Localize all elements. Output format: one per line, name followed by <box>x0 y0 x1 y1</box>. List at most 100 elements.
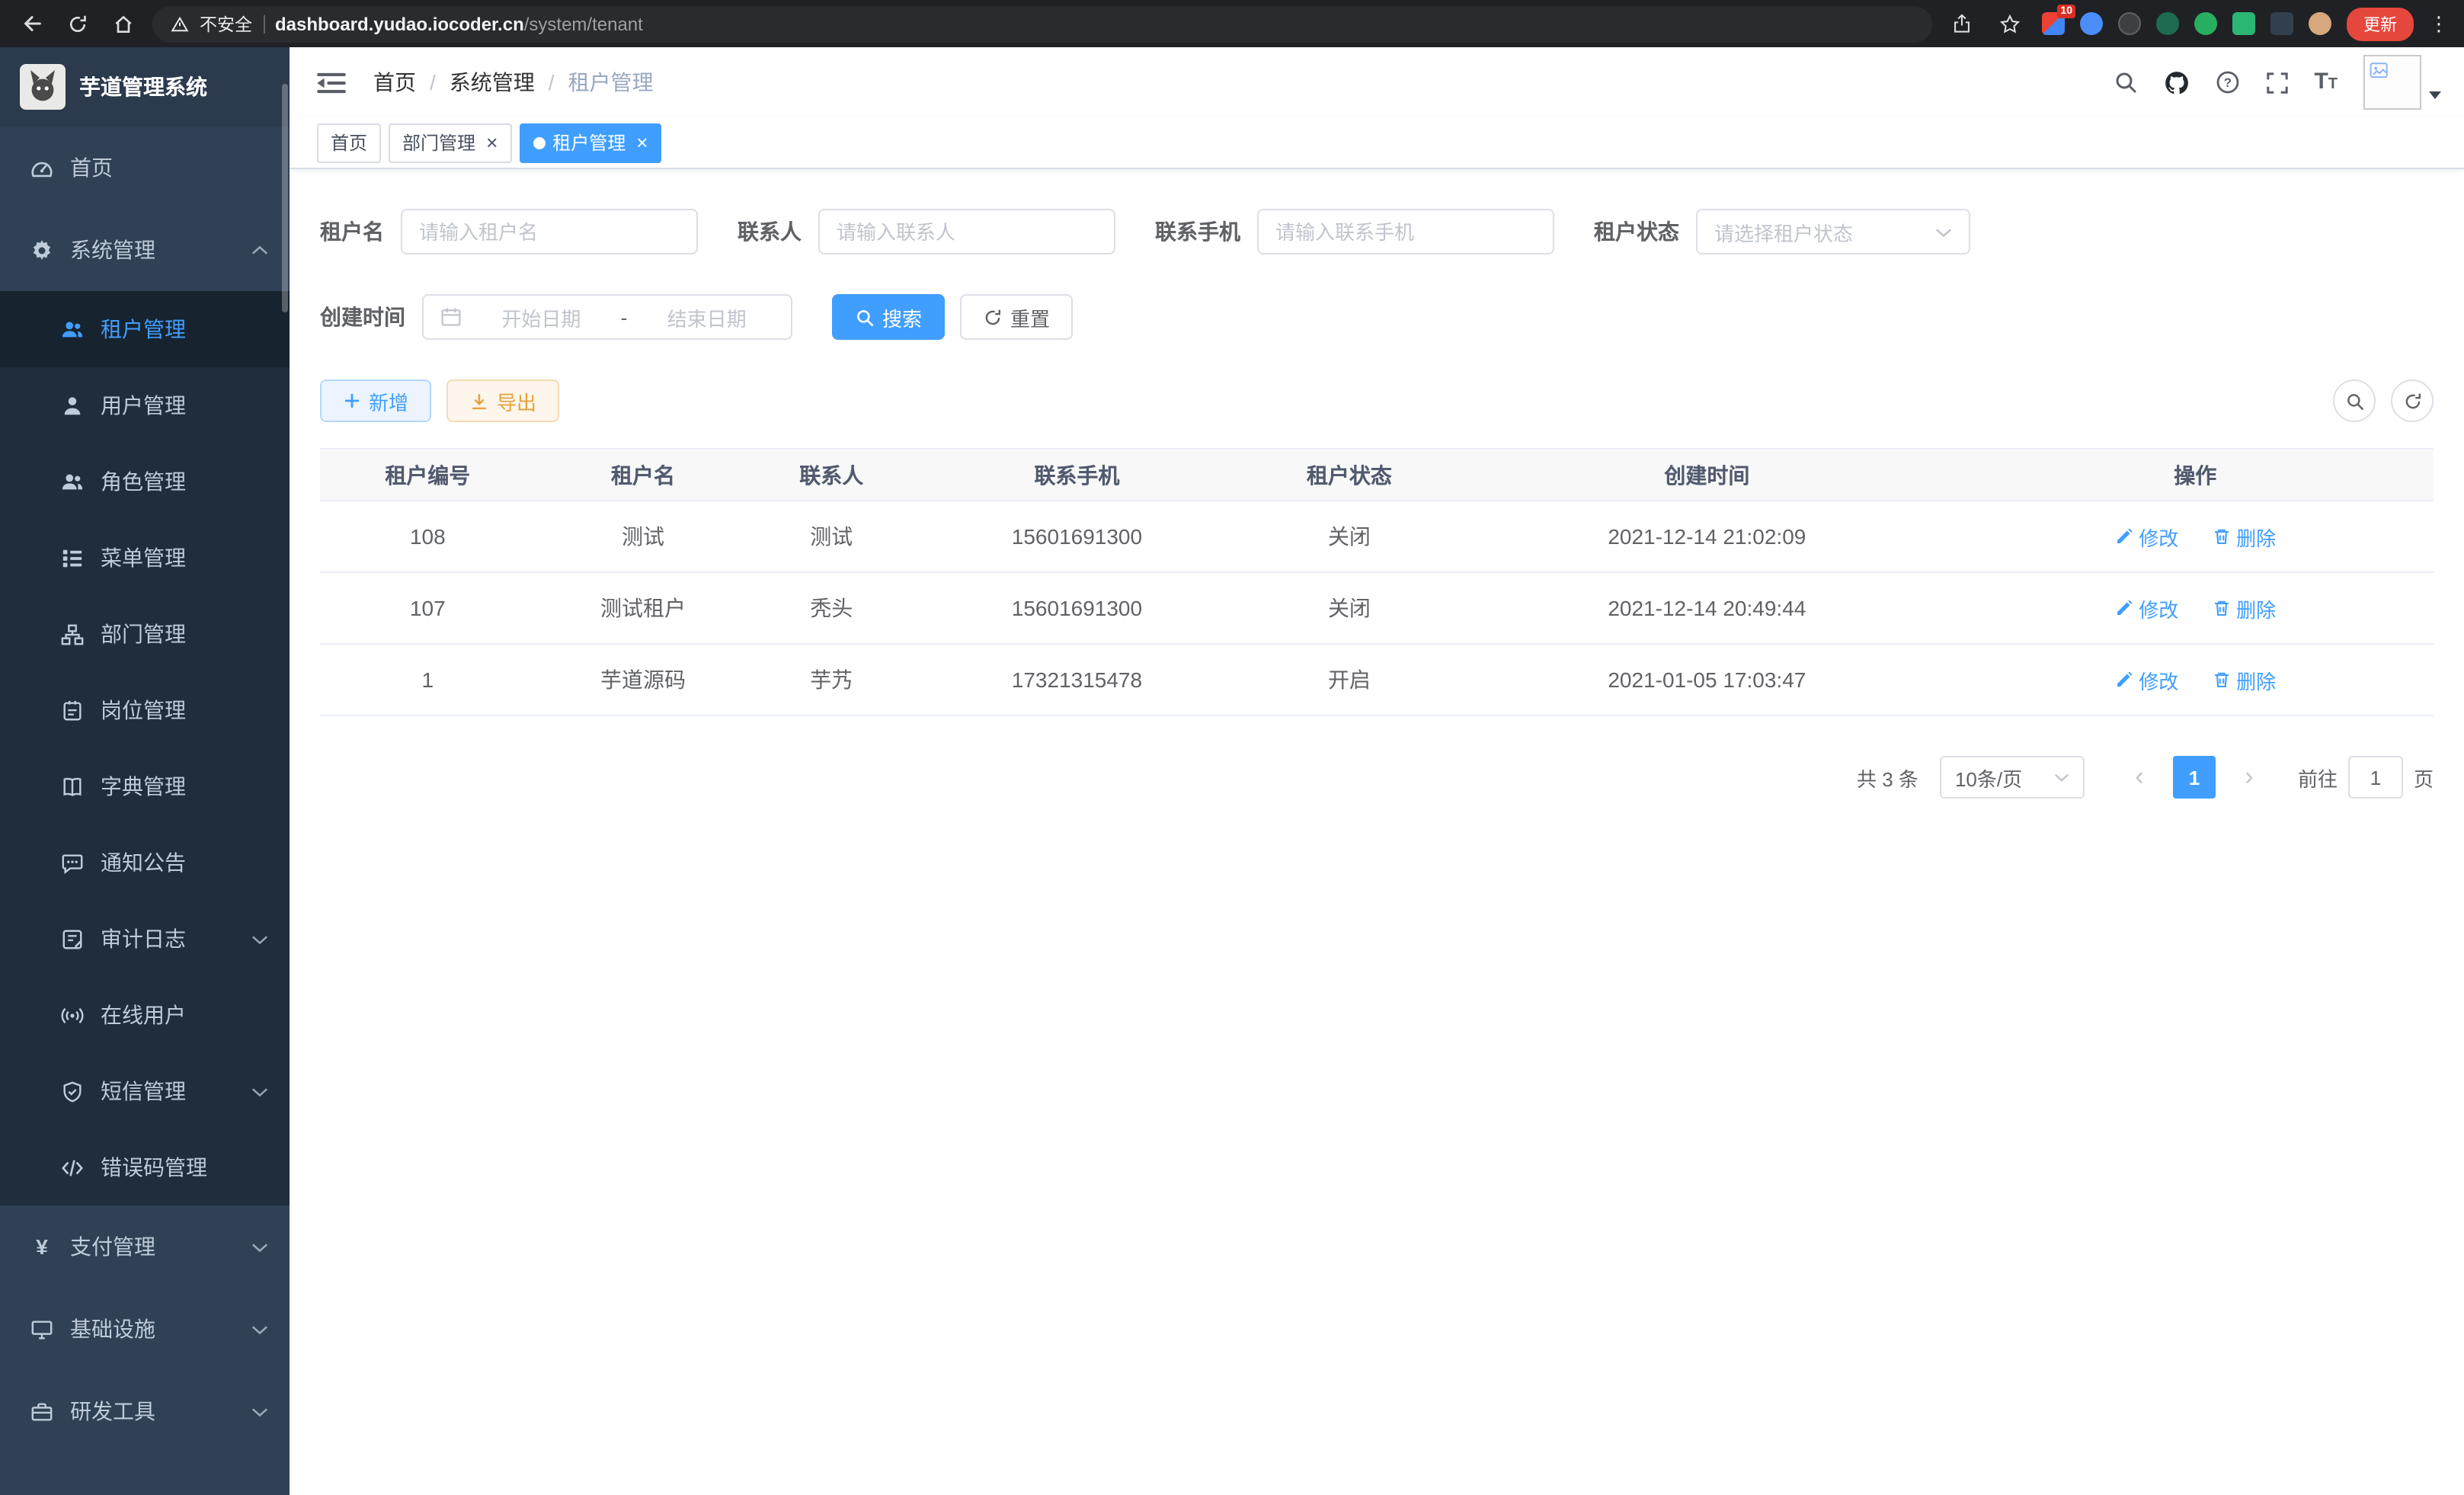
delete-link[interactable]: 删除 <box>2212 665 2276 694</box>
tab-tenant[interactable]: 租户管理 × <box>519 123 661 162</box>
cell-actions: 修改 删除 <box>1957 572 2434 644</box>
collapse-sidebar-icon[interactable] <box>317 71 346 94</box>
phone-input[interactable] <box>1275 220 1536 243</box>
close-icon[interactable]: × <box>486 133 498 152</box>
chrome-update-button[interactable]: 更新 <box>2347 7 2414 40</box>
sidebar-item-label: 通知公告 <box>101 847 186 878</box>
table-row: 1 芋道源码 芋艿 17321315478 开启 2021-01-05 17:0… <box>320 644 2434 715</box>
extension-blue-icon[interactable] <box>2080 12 2103 35</box>
extension-green-square-icon[interactable] <box>2232 12 2255 35</box>
extension-dark-icon[interactable] <box>2270 12 2293 35</box>
breadcrumb-home[interactable]: 首页 <box>373 67 416 98</box>
sidebar-item-user[interactable]: 用户管理 <box>0 367 290 443</box>
sidebar-item-online-users[interactable]: 在线用户 <box>0 977 290 1053</box>
sidebar: 芋道管理系统 首页 系统管理 租户管理 <box>0 47 290 1495</box>
browser-menu-icon[interactable]: ⋮ <box>2429 11 2449 36</box>
next-page-button[interactable]: › <box>2228 756 2270 799</box>
export-button[interactable]: 导出 <box>446 379 559 422</box>
cell-contact: 测试 <box>750 501 912 572</box>
delete-link[interactable]: 删除 <box>2212 522 2276 551</box>
reset-button[interactable]: 重置 <box>960 294 1073 340</box>
goto-page-input[interactable] <box>2348 756 2403 799</box>
trash-icon <box>2212 527 2230 546</box>
font-size-icon[interactable]: TT <box>2314 70 2338 94</box>
filter-label: 联系人 <box>738 216 802 247</box>
share-icon[interactable] <box>1944 7 1978 40</box>
date-range-picker[interactable]: 开始日期 - 结束日期 <box>422 294 792 340</box>
sidebar-item-dev-tools[interactable]: 研发工具 <box>0 1370 290 1452</box>
omnibox-divider <box>263 14 264 33</box>
url-path: /system/tenant <box>524 13 643 34</box>
extension-globe-icon[interactable] <box>2118 12 2141 35</box>
sidebar-item-label: 短信管理 <box>101 1076 186 1106</box>
page-size-select[interactable]: 10条/页 <box>1940 756 2085 799</box>
sidebar-item-label: 审计日志 <box>101 924 186 954</box>
tenant-name-input[interactable] <box>419 220 680 243</box>
sidebar-item-label: 菜单管理 <box>101 543 186 573</box>
profile-avatar-icon[interactable] <box>2309 12 2331 35</box>
sidebar-item-label: 研发工具 <box>70 1396 155 1426</box>
add-button[interactable]: 新增 <box>320 379 431 422</box>
sidebar-item-tenant[interactable]: 租户管理 <box>0 291 290 367</box>
extension-darkgreen-icon[interactable] <box>2156 12 2179 35</box>
sidebar-item-menu[interactable]: 菜单管理 <box>0 520 290 596</box>
sidebar-item-post[interactable]: 岗位管理 <box>0 672 290 748</box>
sidebar-item-home[interactable]: 首页 <box>0 126 290 209</box>
sidebar-item-payment[interactable]: ¥ 支付管理 <box>0 1205 290 1288</box>
tab-home[interactable]: 首页 <box>317 123 381 162</box>
sidebar-item-label: 用户管理 <box>101 390 186 421</box>
trash-icon <box>2212 671 2230 689</box>
cell-contact: 秃头 <box>750 572 912 644</box>
filter-label: 创建时间 <box>320 302 405 332</box>
search-icon <box>2344 391 2364 411</box>
sidebar-item-infrastructure[interactable]: 基础设施 <box>0 1288 290 1370</box>
table-header: 租户编号 租户名 联系人 联系手机 租户状态 创建时间 操作 <box>320 449 2434 501</box>
status-select[interactable]: 请选择租户状态 <box>1696 209 1970 255</box>
help-icon[interactable]: ? <box>2215 70 2239 94</box>
sidebar-item-label: 字典管理 <box>101 771 186 802</box>
sidebar-item-system[interactable]: 系统管理 <box>0 209 290 291</box>
sidebar-item-notice[interactable]: 通知公告 <box>0 824 290 901</box>
hide-search-button[interactable] <box>2333 379 2376 422</box>
breadcrumb-section[interactable]: 系统管理 <box>450 67 535 98</box>
sidebar-item-dept[interactable]: 部门管理 <box>0 596 290 672</box>
reload-icon[interactable] <box>61 7 94 40</box>
sidebar-item-role[interactable]: 角色管理 <box>0 443 290 520</box>
refresh-button[interactable] <box>2391 379 2434 422</box>
extension-green-circle-icon[interactable] <box>2194 12 2217 35</box>
sidebar-item-audit-log[interactable]: 审计日志 <box>0 901 290 977</box>
tab-dept[interactable]: 部门管理 × <box>389 123 511 162</box>
prev-page-button[interactable]: ‹ <box>2118 756 2161 799</box>
github-icon[interactable] <box>2163 69 2189 95</box>
edit-link[interactable]: 修改 <box>2114 665 2178 694</box>
page-number-1[interactable]: 1 <box>2173 756 2216 799</box>
search-button[interactable]: 搜索 <box>832 294 945 340</box>
gear-icon <box>30 238 53 261</box>
extension-colorful-icon[interactable]: 10 <box>2042 12 2065 35</box>
delete-link[interactable]: 删除 <box>2212 594 2276 623</box>
sidebar-item-sms[interactable]: 短信管理 <box>0 1053 290 1129</box>
search-icon[interactable] <box>2113 70 2137 94</box>
fullscreen-icon[interactable] <box>2265 71 2288 94</box>
edit-link[interactable]: 修改 <box>2114 522 2178 551</box>
filter-status: 租户状态 请选择租户状态 <box>1594 209 1970 255</box>
filter-label: 联系手机 <box>1155 216 1240 247</box>
back-icon[interactable] <box>15 7 49 40</box>
user-menu[interactable] <box>2363 55 2441 110</box>
edit-link[interactable]: 修改 <box>2114 594 2178 623</box>
url-bar[interactable]: 不安全 dashboard.yudao.iocoder.cn/system/te… <box>152 5 1932 42</box>
home-icon[interactable] <box>107 7 140 40</box>
app-logo[interactable]: 芋道管理系统 <box>0 47 290 126</box>
close-icon[interactable]: × <box>636 133 648 152</box>
sidebar-item-error-code[interactable]: 错误码管理 <box>0 1129 290 1205</box>
filter-label: 租户状态 <box>1594 216 1679 247</box>
sidebar-item-dict[interactable]: 字典管理 <box>0 748 290 824</box>
system-submenu: 租户管理 用户管理 角色管理 菜单管理 <box>0 291 290 1205</box>
page-url: dashboard.yudao.iocoder.cn/system/tenant <box>275 13 643 34</box>
end-date-placeholder: 结束日期 <box>639 303 774 331</box>
contact-input[interactable] <box>837 220 1097 243</box>
sidebar-scrollbar[interactable] <box>282 84 288 312</box>
bookmark-star-icon[interactable] <box>1993 7 2027 40</box>
warning-icon <box>171 14 189 33</box>
goto-label: 前往 <box>2298 763 2338 792</box>
